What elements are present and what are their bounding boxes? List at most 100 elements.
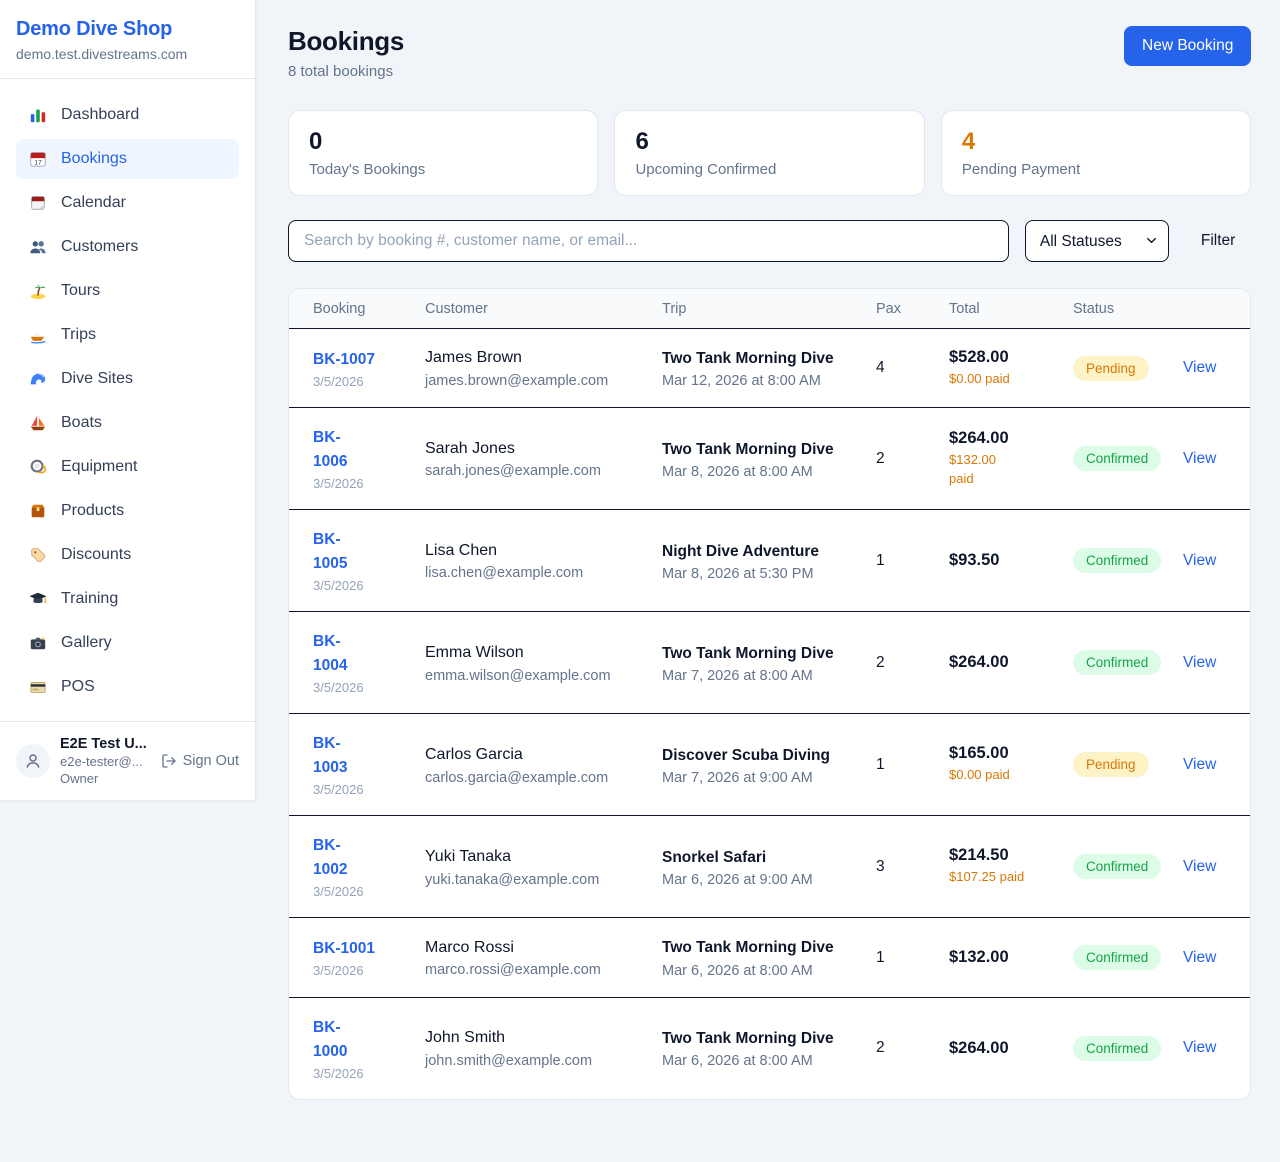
booking-id-link[interactable]: BK- 1003 xyxy=(313,735,347,776)
booking-id-link[interactable]: BK- 1006 xyxy=(313,429,347,470)
booking-date: 3/5/2026 xyxy=(313,1066,415,1081)
sidebar-item-training[interactable]: Training xyxy=(16,579,239,619)
customer-name: Carlos Garcia xyxy=(425,744,652,766)
page-subtitle: 8 total bookings xyxy=(288,63,404,80)
sidebar-item-pos[interactable]: POS xyxy=(16,667,239,707)
sidebar-item-label: Equipment xyxy=(61,458,138,476)
sidebar-item-trips[interactable]: Trips xyxy=(16,315,239,355)
col-header-booking: Booking xyxy=(313,301,425,317)
sidebar: Demo Dive Shop demo.test.divestreams.com… xyxy=(0,0,256,800)
total-amount: $132.00 xyxy=(949,948,1063,967)
sidebar-item-equipment[interactable]: Equipment xyxy=(16,447,239,487)
new-booking-button[interactable]: New Booking xyxy=(1124,26,1251,66)
col-header-trip: Trip xyxy=(662,301,876,317)
sidebar-nav: Dashboard 17 Bookings Calendar Customers… xyxy=(0,79,255,719)
col-header-pax: Pax xyxy=(876,301,949,317)
booking-id-link[interactable]: BK- 1005 xyxy=(313,531,347,572)
view-link[interactable]: View xyxy=(1183,552,1216,569)
customer-name: Marco Rossi xyxy=(425,937,652,959)
pax-count: 1 xyxy=(876,756,949,774)
avatar xyxy=(16,744,50,778)
trip-name: Two Tank Morning Dive xyxy=(662,347,838,370)
sidebar-item-label: Bookings xyxy=(61,150,127,168)
dive-sites-wave-icon xyxy=(28,369,48,389)
sidebar-item-label: POS xyxy=(61,678,95,696)
status-badge: Confirmed xyxy=(1073,548,1161,573)
trip-datetime: Mar 12, 2026 at 8:00 AM xyxy=(662,373,866,389)
table-row: BK- 1003 3/5/2026 Carlos Garcia carlos.g… xyxy=(289,714,1250,816)
bookings-calendar-icon: 17 xyxy=(28,149,48,169)
calendar-icon xyxy=(28,193,48,213)
bookings-table: Booking Customer Trip Pax Total Status B… xyxy=(288,288,1251,1100)
booking-id-link[interactable]: BK- 1002 xyxy=(313,837,347,878)
trip-name: Two Tank Morning Dive xyxy=(662,1027,838,1050)
booking-date: 3/5/2026 xyxy=(313,476,415,491)
svg-text:17: 17 xyxy=(34,159,42,166)
view-link[interactable]: View xyxy=(1183,1039,1216,1056)
customer-email: marco.rossi@example.com xyxy=(425,962,652,978)
sign-out-button[interactable]: Sign Out xyxy=(161,753,239,769)
sidebar-item-label: Trips xyxy=(61,326,96,344)
paid-amount: $107.25 paid xyxy=(949,868,1063,887)
status-badge: Confirmed xyxy=(1073,650,1161,675)
sidebar-item-label: Products xyxy=(61,502,124,520)
sidebar-item-boats[interactable]: Boats xyxy=(16,403,239,443)
pax-count: 2 xyxy=(876,450,949,468)
paid-amount: $0.00 paid xyxy=(949,766,1063,785)
status-badge: Confirmed xyxy=(1073,854,1161,879)
view-link[interactable]: View xyxy=(1183,756,1216,773)
trip-datetime: Mar 6, 2026 at 9:00 AM xyxy=(662,872,866,888)
sidebar-item-products[interactable]: Products xyxy=(16,491,239,531)
trip-name: Night Dive Adventure xyxy=(662,540,838,563)
brand-block: Demo Dive Shop demo.test.divestreams.com xyxy=(0,0,255,79)
sidebar-item-discounts[interactable]: Discounts xyxy=(16,535,239,575)
sidebar-item-bookings[interactable]: 17 Bookings xyxy=(16,139,239,179)
page-title: Bookings xyxy=(288,26,404,57)
booking-id-link[interactable]: BK-1001 xyxy=(313,940,375,957)
brand-domain: demo.test.divestreams.com xyxy=(16,46,239,62)
sidebar-item-label: Dive Sites xyxy=(61,370,133,388)
trip-name: Snorkel Safari xyxy=(662,846,838,869)
sidebar-item-label: Tours xyxy=(61,282,100,300)
trips-boat-icon xyxy=(28,325,48,345)
table-row: BK- 1005 3/5/2026 Lisa Chen lisa.chen@ex… xyxy=(289,510,1250,612)
status-badge: Confirmed xyxy=(1073,1036,1161,1061)
booking-id-link[interactable]: BK-1007 xyxy=(313,351,375,368)
customer-email: yuki.tanaka@example.com xyxy=(425,872,652,888)
customer-name: Lisa Chen xyxy=(425,540,652,562)
sidebar-item-customers[interactable]: Customers xyxy=(16,227,239,267)
view-link[interactable]: View xyxy=(1183,450,1216,467)
table-header: Booking Customer Trip Pax Total Status xyxy=(289,289,1250,329)
view-link[interactable]: View xyxy=(1183,949,1216,966)
pax-count: 2 xyxy=(876,654,949,672)
booking-id-link[interactable]: BK- 1000 xyxy=(313,1019,347,1060)
sidebar-item-dashboard[interactable]: Dashboard xyxy=(16,95,239,135)
customer-name: John Smith xyxy=(425,1027,652,1049)
sidebar-item-label: Dashboard xyxy=(61,106,139,124)
customer-email: emma.wilson@example.com xyxy=(425,668,652,684)
user-info: E2E Test U... e2e-tester@... Owner xyxy=(60,736,151,786)
filter-button[interactable]: Filter xyxy=(1185,232,1251,250)
view-link[interactable]: View xyxy=(1183,858,1216,875)
total-amount: $264.00 xyxy=(949,1039,1063,1058)
sidebar-item-calendar[interactable]: Calendar xyxy=(16,183,239,223)
table-row: BK- 1004 3/5/2026 Emma Wilson emma.wilso… xyxy=(289,612,1250,714)
brand-name: Demo Dive Shop xyxy=(16,18,239,41)
status-select[interactable]: All Statuses xyxy=(1025,220,1169,262)
sidebar-item-tours[interactable]: Tours xyxy=(16,271,239,311)
user-role: Owner xyxy=(60,771,151,786)
tours-island-icon xyxy=(28,281,48,301)
search-input[interactable] xyxy=(288,220,1009,262)
stat-card: 0 Today's Bookings xyxy=(288,110,598,196)
view-link[interactable]: View xyxy=(1183,654,1216,671)
trip-name: Discover Scuba Diving xyxy=(662,744,838,767)
sidebar-item-label: Discounts xyxy=(61,546,131,564)
sidebar-item-gallery[interactable]: Gallery xyxy=(16,623,239,663)
sidebar-item-dive-sites[interactable]: Dive Sites xyxy=(16,359,239,399)
booking-date: 3/5/2026 xyxy=(313,374,415,389)
booking-date: 3/5/2026 xyxy=(313,963,415,978)
table-body: BK-1007 3/5/2026 James Brown james.brown… xyxy=(289,329,1250,1099)
booking-id-link[interactable]: BK- 1004 xyxy=(313,633,347,674)
view-link[interactable]: View xyxy=(1183,359,1216,376)
trip-datetime: Mar 6, 2026 at 8:00 AM xyxy=(662,1053,866,1069)
